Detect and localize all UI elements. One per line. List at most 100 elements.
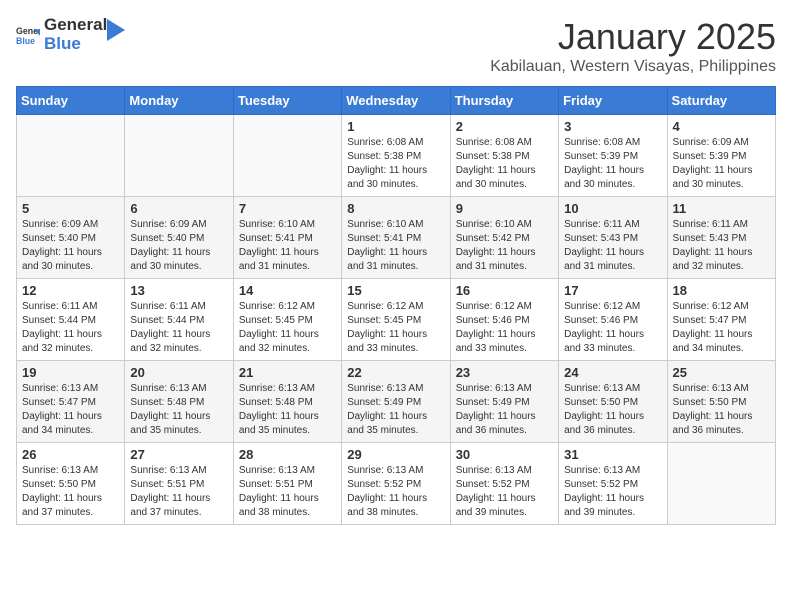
day-number: 21 bbox=[239, 365, 336, 380]
day-number: 30 bbox=[456, 447, 553, 462]
day-number: 28 bbox=[239, 447, 336, 462]
day-info: Sunrise: 6:09 AM Sunset: 5:40 PM Dayligh… bbox=[22, 218, 119, 274]
day-number: 1 bbox=[347, 119, 444, 134]
calendar-week-row: 1 Sunrise: 6:08 AM Sunset: 5:38 PM Daylig… bbox=[17, 115, 776, 197]
day-number: 27 bbox=[130, 447, 227, 462]
calendar-cell: 21 Sunrise: 6:13 AM Sunset: 5:48 PM Dayli… bbox=[233, 361, 341, 443]
day-info: Sunrise: 6:13 AM Sunset: 5:50 PM Dayligh… bbox=[22, 464, 119, 520]
day-number: 13 bbox=[130, 283, 227, 298]
day-info: Sunrise: 6:09 AM Sunset: 5:40 PM Dayligh… bbox=[130, 218, 227, 274]
calendar-cell: 5 Sunrise: 6:09 AM Sunset: 5:40 PM Daylig… bbox=[17, 197, 125, 279]
calendar-header-row: SundayMondayTuesdayWednesdayThursdayFrid… bbox=[17, 87, 776, 115]
day-info: Sunrise: 6:13 AM Sunset: 5:49 PM Dayligh… bbox=[347, 382, 444, 438]
calendar-cell bbox=[233, 115, 341, 197]
calendar-cell: 3 Sunrise: 6:08 AM Sunset: 5:39 PM Daylig… bbox=[559, 115, 667, 197]
calendar-cell: 8 Sunrise: 6:10 AM Sunset: 5:41 PM Daylig… bbox=[342, 197, 450, 279]
day-number: 16 bbox=[456, 283, 553, 298]
logo: General Blue General Blue bbox=[16, 16, 125, 53]
calendar-cell: 30 Sunrise: 6:13 AM Sunset: 5:52 PM Dayli… bbox=[450, 443, 558, 525]
day-number: 12 bbox=[22, 283, 119, 298]
header-wednesday: Wednesday bbox=[342, 87, 450, 115]
day-number: 2 bbox=[456, 119, 553, 134]
day-number: 26 bbox=[22, 447, 119, 462]
day-number: 14 bbox=[239, 283, 336, 298]
day-info: Sunrise: 6:10 AM Sunset: 5:41 PM Dayligh… bbox=[239, 218, 336, 274]
calendar-cell: 11Sunrise: 6:11 AM Sunset: 5:43 PM Dayli… bbox=[667, 197, 775, 279]
day-number: 9 bbox=[456, 201, 553, 216]
title-block: January 2025 Kabilauan, Western Visayas,… bbox=[490, 16, 776, 76]
calendar-cell: 19Sunrise: 6:13 AM Sunset: 5:47 PM Dayli… bbox=[17, 361, 125, 443]
day-info: Sunrise: 6:08 AM Sunset: 5:39 PM Dayligh… bbox=[564, 136, 661, 192]
day-info: Sunrise: 6:13 AM Sunset: 5:52 PM Dayligh… bbox=[347, 464, 444, 520]
day-info: Sunrise: 6:08 AM Sunset: 5:38 PM Dayligh… bbox=[456, 136, 553, 192]
day-info: Sunrise: 6:12 AM Sunset: 5:45 PM Dayligh… bbox=[347, 300, 444, 356]
calendar-cell: 22 Sunrise: 6:13 AM Sunset: 5:49 PM Dayli… bbox=[342, 361, 450, 443]
day-info: Sunrise: 6:13 AM Sunset: 5:50 PM Dayligh… bbox=[673, 382, 770, 438]
day-info: Sunrise: 6:11 AM Sunset: 5:44 PM Dayligh… bbox=[130, 300, 227, 356]
calendar-cell: 25Sunrise: 6:13 AM Sunset: 5:50 PM Dayli… bbox=[667, 361, 775, 443]
calendar-cell: 27Sunrise: 6:13 AM Sunset: 5:51 PM Dayli… bbox=[125, 443, 233, 525]
day-info: Sunrise: 6:10 AM Sunset: 5:41 PM Dayligh… bbox=[347, 218, 444, 274]
calendar-week-row: 19Sunrise: 6:13 AM Sunset: 5:47 PM Dayli… bbox=[17, 361, 776, 443]
day-info: Sunrise: 6:13 AM Sunset: 5:52 PM Dayligh… bbox=[456, 464, 553, 520]
calendar-cell bbox=[125, 115, 233, 197]
day-number: 15 bbox=[347, 283, 444, 298]
month-title: January 2025 bbox=[490, 16, 776, 58]
day-number: 17 bbox=[564, 283, 661, 298]
calendar-cell: 2 Sunrise: 6:08 AM Sunset: 5:38 PM Daylig… bbox=[450, 115, 558, 197]
calendar-cell: 6 Sunrise: 6:09 AM Sunset: 5:40 PM Daylig… bbox=[125, 197, 233, 279]
day-number: 24 bbox=[564, 365, 661, 380]
calendar-cell: 12 Sunrise: 6:11 AM Sunset: 5:44 PM Dayli… bbox=[17, 279, 125, 361]
location-subtitle: Kabilauan, Western Visayas, Philippines bbox=[490, 58, 776, 76]
day-number: 20 bbox=[130, 365, 227, 380]
logo-blue-text: Blue bbox=[44, 35, 107, 54]
day-info: Sunrise: 6:12 AM Sunset: 5:47 PM Dayligh… bbox=[673, 300, 770, 356]
day-info: Sunrise: 6:08 AM Sunset: 5:38 PM Dayligh… bbox=[347, 136, 444, 192]
header-monday: Monday bbox=[125, 87, 233, 115]
day-info: Sunrise: 6:13 AM Sunset: 5:47 PM Dayligh… bbox=[22, 382, 119, 438]
day-number: 6 bbox=[130, 201, 227, 216]
day-info: Sunrise: 6:11 AM Sunset: 5:43 PM Dayligh… bbox=[564, 218, 661, 274]
calendar-cell: 31Sunrise: 6:13 AM Sunset: 5:52 PM Dayli… bbox=[559, 443, 667, 525]
calendar-cell bbox=[667, 443, 775, 525]
day-info: Sunrise: 6:12 AM Sunset: 5:46 PM Dayligh… bbox=[564, 300, 661, 356]
day-info: Sunrise: 6:13 AM Sunset: 5:52 PM Dayligh… bbox=[564, 464, 661, 520]
calendar-cell: 26 Sunrise: 6:13 AM Sunset: 5:50 PM Dayli… bbox=[17, 443, 125, 525]
calendar-cell: 1 Sunrise: 6:08 AM Sunset: 5:38 PM Daylig… bbox=[342, 115, 450, 197]
logo-arrow-icon bbox=[107, 19, 125, 41]
day-info: Sunrise: 6:13 AM Sunset: 5:50 PM Dayligh… bbox=[564, 382, 661, 438]
header-saturday: Saturday bbox=[667, 87, 775, 115]
day-info: Sunrise: 6:12 AM Sunset: 5:46 PM Dayligh… bbox=[456, 300, 553, 356]
calendar-cell: 17 Sunrise: 6:12 AM Sunset: 5:46 PM Dayli… bbox=[559, 279, 667, 361]
calendar-cell: 18Sunrise: 6:12 AM Sunset: 5:47 PM Dayli… bbox=[667, 279, 775, 361]
day-info: Sunrise: 6:13 AM Sunset: 5:48 PM Dayligh… bbox=[239, 382, 336, 438]
day-info: Sunrise: 6:11 AM Sunset: 5:44 PM Dayligh… bbox=[22, 300, 119, 356]
header-thursday: Thursday bbox=[450, 87, 558, 115]
calendar-cell: 7 Sunrise: 6:10 AM Sunset: 5:41 PM Daylig… bbox=[233, 197, 341, 279]
day-info: Sunrise: 6:10 AM Sunset: 5:42 PM Dayligh… bbox=[456, 218, 553, 274]
calendar-cell bbox=[17, 115, 125, 197]
calendar-cell: 23Sunrise: 6:13 AM Sunset: 5:49 PM Dayli… bbox=[450, 361, 558, 443]
day-number: 8 bbox=[347, 201, 444, 216]
day-number: 23 bbox=[456, 365, 553, 380]
day-number: 3 bbox=[564, 119, 661, 134]
calendar-cell: 29Sunrise: 6:13 AM Sunset: 5:52 PM Dayli… bbox=[342, 443, 450, 525]
calendar-cell: 9 Sunrise: 6:10 AM Sunset: 5:42 PM Daylig… bbox=[450, 197, 558, 279]
calendar-week-row: 5 Sunrise: 6:09 AM Sunset: 5:40 PM Daylig… bbox=[17, 197, 776, 279]
page-header: General Blue General Blue January 2025 K… bbox=[16, 16, 776, 76]
calendar-cell: 16 Sunrise: 6:12 AM Sunset: 5:46 PM Dayli… bbox=[450, 279, 558, 361]
calendar-cell: 14 Sunrise: 6:12 AM Sunset: 5:45 PM Dayli… bbox=[233, 279, 341, 361]
day-info: Sunrise: 6:12 AM Sunset: 5:45 PM Dayligh… bbox=[239, 300, 336, 356]
day-number: 5 bbox=[22, 201, 119, 216]
header-sunday: Sunday bbox=[17, 87, 125, 115]
day-number: 10 bbox=[564, 201, 661, 216]
calendar-cell: 15 Sunrise: 6:12 AM Sunset: 5:45 PM Dayli… bbox=[342, 279, 450, 361]
calendar-week-row: 26 Sunrise: 6:13 AM Sunset: 5:50 PM Dayli… bbox=[17, 443, 776, 525]
day-number: 4 bbox=[673, 119, 770, 134]
day-number: 22 bbox=[347, 365, 444, 380]
day-info: Sunrise: 6:11 AM Sunset: 5:43 PM Dayligh… bbox=[673, 218, 770, 274]
day-info: Sunrise: 6:13 AM Sunset: 5:51 PM Dayligh… bbox=[239, 464, 336, 520]
day-number: 7 bbox=[239, 201, 336, 216]
logo-general-text: General bbox=[44, 16, 107, 35]
svg-text:Blue: Blue bbox=[16, 35, 35, 45]
